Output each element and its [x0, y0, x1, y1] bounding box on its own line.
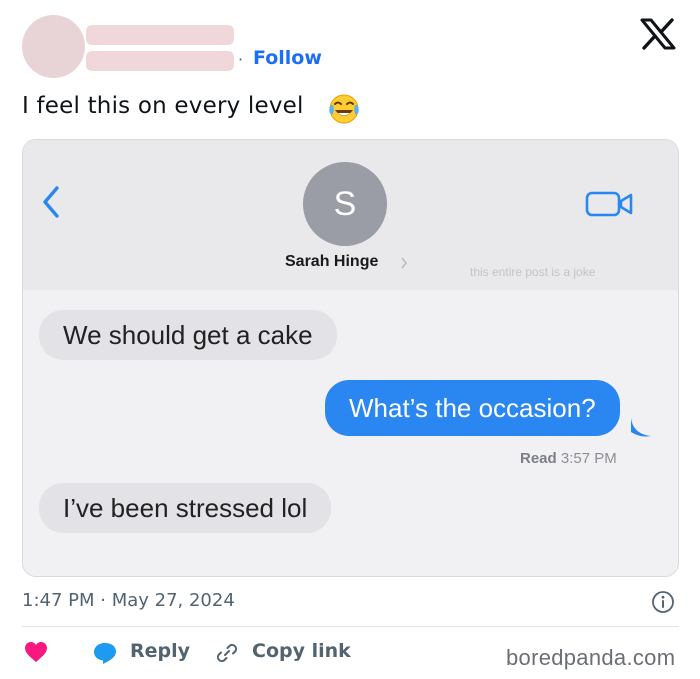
chevron-right-icon	[401, 257, 407, 269]
copy-link-button[interactable]: Copy link	[252, 640, 351, 662]
reply-button[interactable]: Reply	[130, 640, 190, 662]
reply-icon[interactable]	[92, 641, 118, 665]
bubble-tail	[631, 418, 651, 437]
back-chevron-icon[interactable]	[37, 182, 65, 222]
x-logo-icon[interactable]	[640, 18, 676, 50]
watermark: boredpanda.com	[506, 645, 676, 670]
author-name-redacted[interactable]	[86, 25, 234, 45]
contact-avatar[interactable]: S	[303, 162, 387, 246]
follow-button[interactable]: Follow	[253, 47, 322, 69]
follow-separator: ·	[238, 50, 244, 69]
video-call-icon[interactable]	[585, 188, 635, 220]
message-bubble-incoming: We should get a cake	[39, 310, 337, 360]
author-avatar[interactable]	[22, 15, 85, 78]
face-with-tears-of-joy-icon	[329, 94, 359, 124]
tweet-image[interactable]: S Sarah Hinge this entire post is a joke…	[22, 139, 679, 577]
message-bubble-incoming: I’ve been stressed lol	[39, 483, 332, 533]
info-icon[interactable]	[651, 590, 675, 614]
link-icon[interactable]	[214, 640, 240, 666]
contact-name[interactable]: Sarah Hinge	[285, 253, 378, 271]
overlay-note: this entire post is a joke	[470, 265, 596, 279]
read-receipt: Read 3:57 PM	[520, 450, 617, 467]
author-handle-redacted[interactable]	[86, 51, 234, 71]
heart-icon[interactable]	[24, 641, 48, 663]
message-bubble-outgoing: What’s the occasion?	[325, 380, 620, 436]
divider	[22, 626, 679, 627]
tweet-text: I feel this on every level	[22, 93, 304, 119]
tweet-timestamp[interactable]: 1:47 PM · May 27, 2024	[22, 590, 235, 611]
